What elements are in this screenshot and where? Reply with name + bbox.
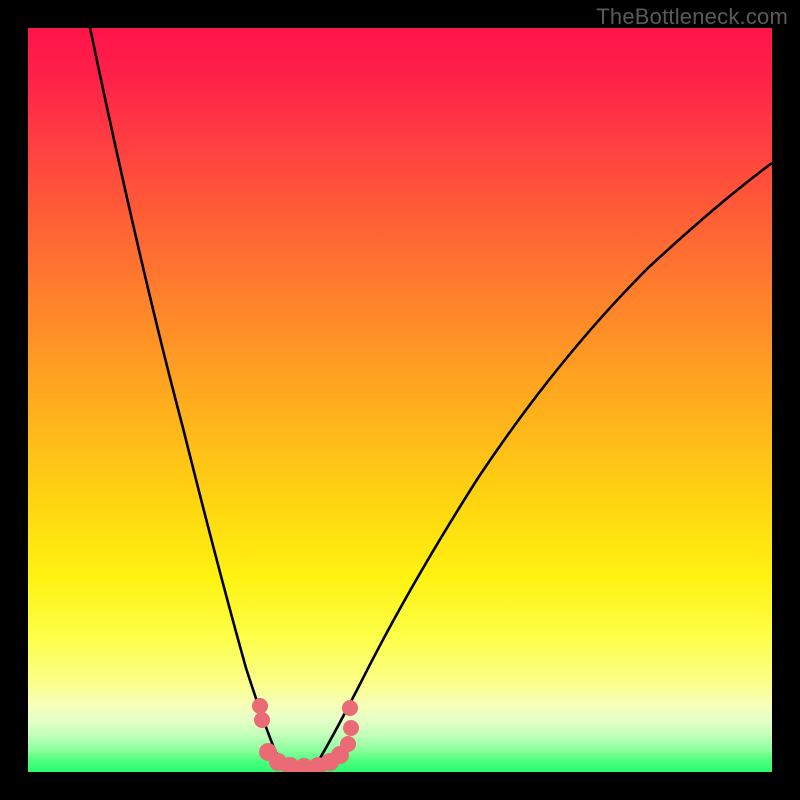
descending-branch	[88, 28, 286, 768]
plot-area	[28, 28, 772, 772]
chart-frame: TheBottleneck.com	[0, 0, 800, 800]
chart-curves	[28, 28, 772, 772]
ascending-branch	[314, 163, 772, 768]
watermark-text: TheBottleneck.com	[596, 4, 788, 30]
